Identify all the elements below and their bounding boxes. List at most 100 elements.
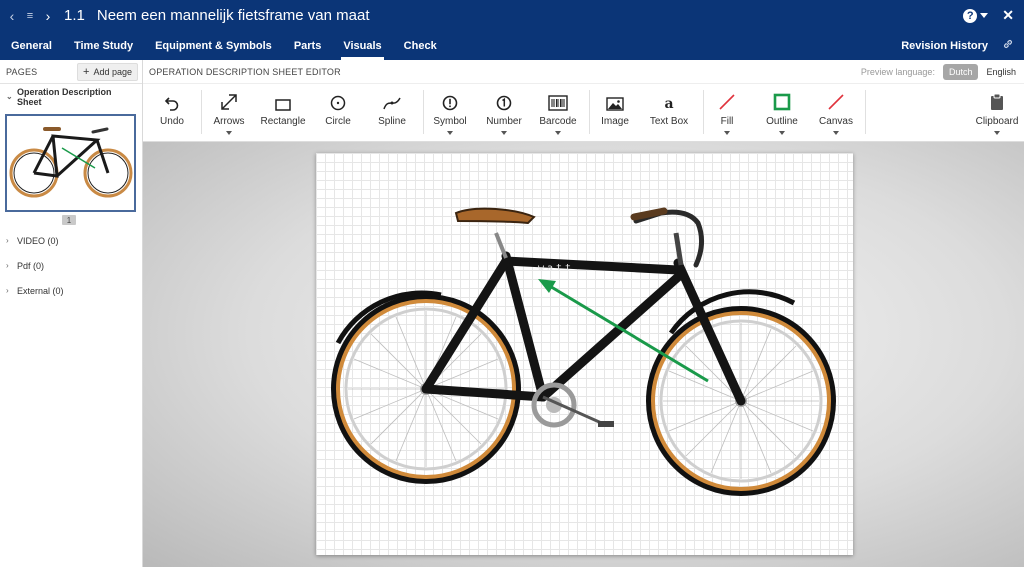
outline-color-icon (773, 93, 791, 111)
bike-thumbnail (9, 127, 133, 198)
chevron-down-icon (980, 13, 989, 18)
section-external[interactable]: › External (0) (0, 278, 142, 303)
plus-icon: + (83, 65, 90, 78)
help-menu[interactable]: ? (963, 8, 989, 23)
toolbar-divider (703, 90, 704, 134)
image-label: Image (601, 116, 629, 127)
undo-label: Undo (160, 116, 184, 127)
operation-sheet-label: Operation Description Sheet (17, 86, 112, 107)
revision-history-link[interactable]: Revision History (901, 40, 988, 52)
tab-general[interactable]: General (0, 31, 63, 60)
arrows-button[interactable]: Arrows (209, 84, 249, 142)
undo-icon (164, 97, 179, 111)
pages-sidebar: PAGES + Add page ⌄ Operation Description… (0, 60, 143, 567)
fill-label: Fill (720, 116, 734, 127)
editor-header: OPERATION DESCRIPTION SHEET EDITOR Previ… (143, 60, 1024, 84)
add-page-button[interactable]: + Add page (77, 62, 138, 81)
tab-visuals[interactable]: Visuals (332, 31, 392, 60)
chevron-right-icon: › (6, 261, 9, 270)
symbol-label: Symbol (433, 116, 467, 127)
chevron-down-icon (724, 131, 730, 135)
preview-language-label: Preview language: (860, 67, 935, 77)
rectangle-label: Rectangle (260, 116, 306, 127)
tab-parts[interactable]: Parts (283, 31, 333, 60)
section-pdf[interactable]: › Pdf (0) (0, 253, 142, 278)
text-box-button[interactable]: a Text Box (649, 84, 689, 142)
toolbar-divider (423, 90, 424, 134)
toolbar-divider (201, 90, 202, 134)
back-icon[interactable]: ‹ (6, 8, 18, 24)
circle-icon (330, 95, 346, 111)
pages-label: PAGES (6, 66, 38, 77)
chevron-down-icon: ⌄ (6, 92, 13, 101)
page-title: Neem een mannelijk fietsframe van maat (96, 7, 370, 24)
chevron-down-icon (833, 131, 839, 135)
text-box-label: Text Box (649, 116, 689, 127)
preview-language: Preview language: Dutch English (861, 64, 1016, 80)
arrows-icon (221, 94, 237, 110)
canvas-button[interactable]: Canvas (817, 84, 855, 142)
list-icon[interactable]: ≡ (24, 8, 36, 24)
rectangle-button[interactable]: Rectangle (259, 84, 307, 142)
barcode-label: Barcode (539, 116, 577, 127)
forward-icon[interactable]: › (42, 8, 54, 24)
editor-title: OPERATION DESCRIPTION SHEET EDITOR (149, 66, 341, 77)
language-dutch-button[interactable]: Dutch (942, 64, 979, 80)
image-button[interactable]: Image (599, 84, 631, 142)
link-icon[interactable] (1002, 38, 1014, 53)
chevron-down-icon (779, 131, 785, 135)
number-label: Number (486, 116, 522, 127)
chevron-down-icon (555, 131, 561, 135)
page-thumbnail[interactable] (5, 114, 136, 212)
page-number-badge: 1 (62, 215, 76, 225)
frame-brand-text: watt (538, 263, 574, 274)
barcode-icon (548, 95, 568, 111)
nav-controls: ‹ ≡ › (0, 8, 54, 24)
chevron-right-icon: › (6, 286, 9, 295)
text-box-icon: a (664, 96, 674, 112)
tab-bar: General Time Study Equipment & Symbols P… (0, 31, 1024, 60)
close-icon[interactable]: ✕ (1002, 7, 1014, 24)
outline-button[interactable]: Outline (762, 84, 802, 142)
chevron-right-icon: › (6, 236, 9, 245)
tab-time-study[interactable]: Time Study (63, 31, 144, 60)
symbol-button[interactable]: Symbol (431, 84, 469, 142)
image-icon (606, 97, 624, 111)
bicycle-image[interactable]: watt (316, 153, 853, 555)
editor-toolbar: Undo Arrows Rectangle Circle Spline Symb… (143, 84, 1024, 142)
spline-icon (383, 97, 401, 110)
number-button[interactable]: Number (484, 84, 524, 142)
help-icon: ? (963, 8, 978, 23)
canvas-no-color-icon (828, 94, 844, 110)
toolbar-divider (865, 90, 866, 134)
toolbar-divider (589, 90, 590, 134)
section-external-label: External (0) (17, 285, 64, 296)
tab-check[interactable]: Check (393, 31, 448, 60)
tab-equipment-symbols[interactable]: Equipment & Symbols (144, 31, 283, 60)
language-english-button[interactable]: English (986, 67, 1016, 77)
chevron-down-icon (501, 131, 507, 135)
fill-button[interactable]: Fill (713, 84, 741, 142)
clipboard-button[interactable]: Clipboard (974, 84, 1020, 142)
canvas-area[interactable]: watt (143, 142, 1024, 567)
section-pdf-label: Pdf (0) (17, 260, 45, 271)
operation-sheet-section[interactable]: ⌄ Operation Description Sheet (0, 84, 142, 109)
symbol-icon (442, 95, 458, 111)
barcode-button[interactable]: Barcode (538, 84, 578, 142)
fill-no-color-icon (719, 94, 735, 110)
operation-sheet-page[interactable]: watt (316, 153, 853, 555)
spline-button[interactable]: Spline (376, 84, 408, 142)
number-icon (496, 95, 512, 111)
chevron-down-icon (226, 131, 232, 135)
undo-button[interactable]: Undo (158, 84, 186, 142)
title-bar: ‹ ≡ › 1.1 Neem een mannelijk fietsframe … (0, 0, 1024, 31)
circle-label: Circle (325, 116, 351, 127)
outline-label: Outline (766, 116, 798, 127)
clipboard-icon (991, 93, 1003, 110)
add-page-label: Add page (93, 66, 132, 77)
canvas-label: Canvas (819, 116, 853, 127)
chevron-down-icon (447, 131, 453, 135)
section-video[interactable]: › VIDEO (0) (0, 228, 142, 253)
clipboard-label: Clipboard (975, 116, 1019, 127)
circle-button[interactable]: Circle (323, 84, 353, 142)
